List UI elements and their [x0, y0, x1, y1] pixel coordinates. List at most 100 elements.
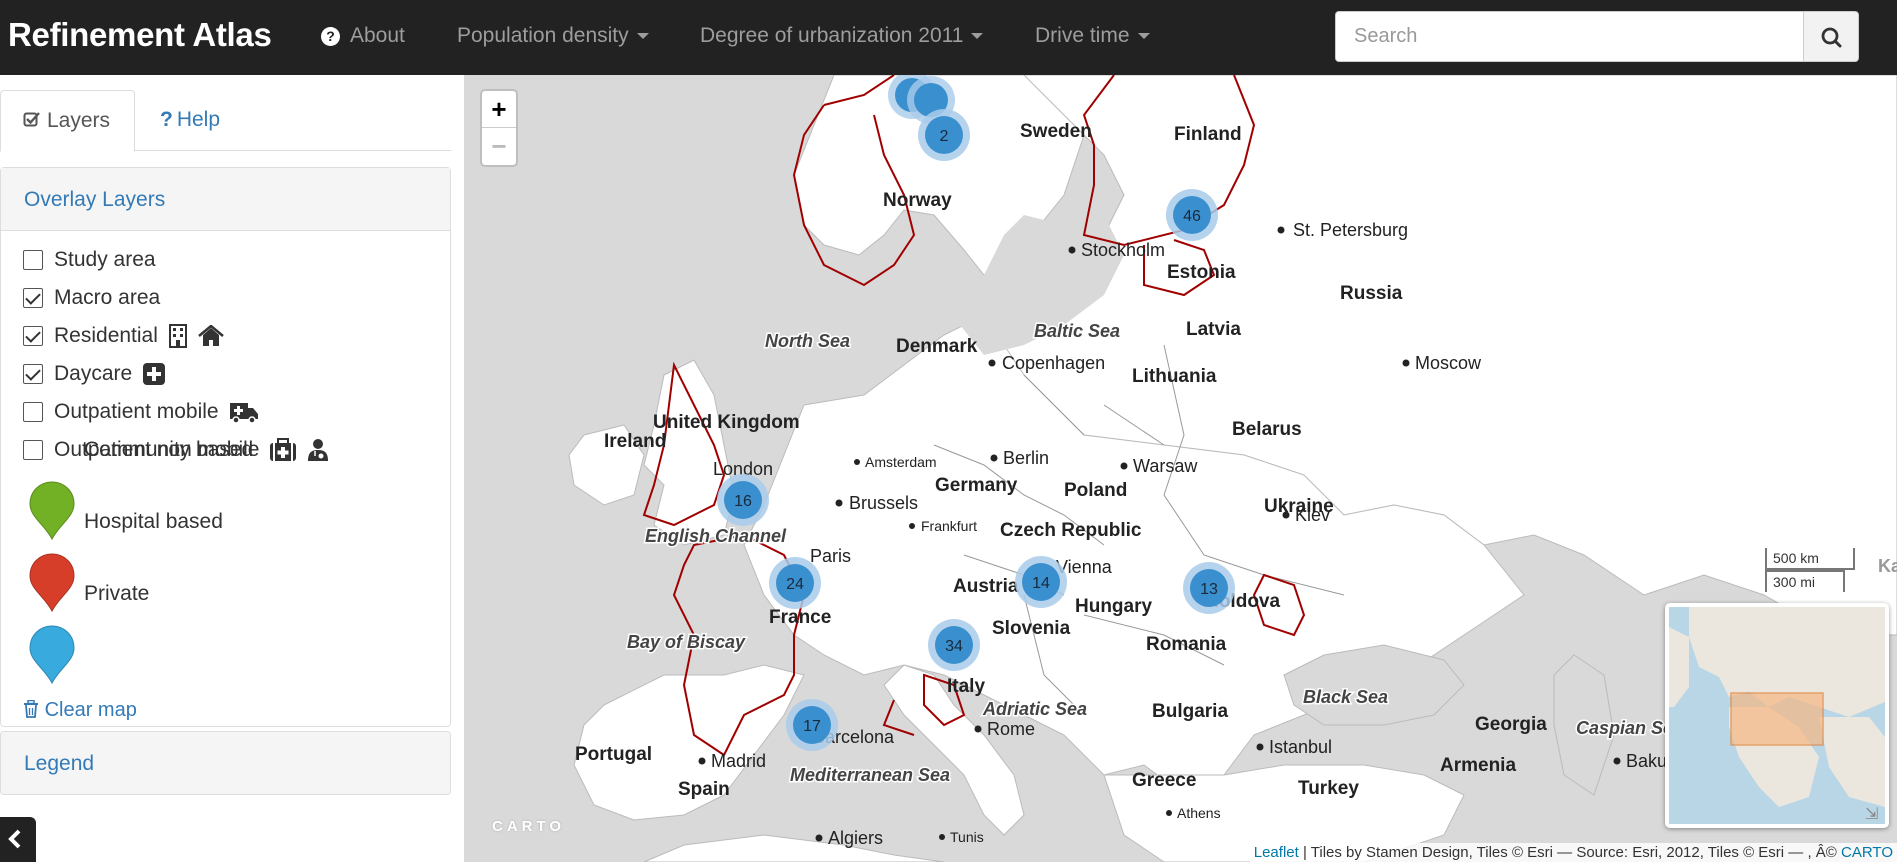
sidebar-tabs: Layers ? Help	[0, 90, 451, 152]
daycare-checkbox[interactable]	[23, 364, 43, 384]
navbar: Refinement Atlas ? About Population densi…	[0, 0, 1897, 75]
cluster-count: 34	[945, 638, 963, 655]
home-icon	[198, 325, 224, 346]
macro-area-checkbox[interactable]	[23, 288, 43, 308]
question-circle-icon: ?	[321, 27, 340, 46]
check-square-icon	[23, 112, 40, 127]
city-label: Kiev	[1295, 505, 1330, 525]
marker-cluster[interactable]: 16	[717, 474, 769, 526]
marker-legend-pins	[29, 481, 75, 685]
sea-label: Adriatic Sea	[982, 699, 1087, 719]
caret-down-icon	[636, 33, 649, 40]
country-label: Poland	[1064, 480, 1127, 501]
marker-cluster[interactable]: 17	[786, 699, 838, 751]
tab-layers[interactable]: Layers	[0, 90, 135, 152]
country-label: Greece	[1132, 770, 1196, 791]
search-input[interactable]	[1335, 11, 1804, 62]
user-md-icon	[308, 439, 329, 461]
country-label: Slovenia	[992, 618, 1071, 639]
sea-label: Bay of Biscay	[627, 632, 746, 652]
city-label: Paris	[810, 546, 851, 566]
layer-label: Macro area	[54, 286, 161, 309]
tab-layers-label: Layers	[47, 109, 111, 132]
cluster-count: 17	[803, 718, 821, 735]
layer-study-area[interactable]: Study area	[23, 247, 156, 273]
tab-help-label: Help	[176, 108, 221, 131]
minimap-viewport	[1730, 692, 1824, 746]
country-label: Italy	[947, 676, 985, 697]
city-label: Istanbul	[1269, 737, 1332, 757]
urbanization-menu[interactable]: Degree of urbanization 2011	[700, 24, 984, 48]
study-area-checkbox[interactable]	[23, 250, 43, 270]
overlay-layers-heading[interactable]: Overlay Layers	[1, 168, 450, 231]
country-label: Austria	[953, 576, 1019, 597]
clear-map-button[interactable]: Clear map	[23, 699, 137, 722]
about-link[interactable]: ? About	[321, 24, 405, 48]
minimap-basemap	[1669, 607, 1885, 824]
country-label: Turkey	[1298, 778, 1359, 799]
drive-time-menu[interactable]: Drive time	[1035, 24, 1150, 48]
attribution-text: | Tiles by Stamen Design, Tiles © Esri —…	[1298, 844, 1842, 861]
city-label: Berlin	[1003, 448, 1049, 468]
city-label: Rome	[987, 719, 1035, 739]
legend-heading[interactable]: Legend	[1, 732, 450, 794]
map-view[interactable]: Sweden Finland Norway Estonia Russia Lat…	[464, 75, 1897, 862]
zoom-out-button[interactable]: −	[482, 128, 516, 165]
marker-cluster[interactable]: 46	[1166, 189, 1218, 241]
search-button[interactable]	[1803, 11, 1859, 62]
layer-residential[interactable]: Residential	[23, 323, 224, 349]
hospital-based-pin-icon	[29, 553, 75, 613]
city-label: Warsaw	[1133, 456, 1198, 476]
country-label: France	[769, 607, 831, 628]
layer-outpatient-mobile[interactable]: Outpatient mobile	[23, 399, 259, 425]
population-density-label: Population density	[457, 24, 629, 47]
minimap-toggle-icon[interactable]: ⇲	[1865, 804, 1883, 823]
drive-time-label: Drive time	[1035, 24, 1130, 47]
collapse-sidebar-button[interactable]	[0, 817, 36, 862]
layer-macro-area[interactable]: Macro area	[23, 285, 160, 311]
trash-icon	[24, 699, 38, 718]
clear-map-label: Clear map	[44, 699, 137, 721]
population-density-menu[interactable]: Population density	[457, 24, 649, 48]
city-label: Stockholm	[1081, 240, 1165, 260]
zoom-in-button[interactable]: +	[482, 91, 516, 128]
land-north-africa	[643, 834, 945, 862]
brand-title[interactable]: Refinement Atlas	[8, 16, 272, 54]
marker-cluster[interactable]: 24	[769, 557, 821, 609]
scale-control: 500 km 300 mi	[1765, 548, 1855, 592]
map-attribution: Leaflet | Tiles by Stamen Design, Tiles …	[1249, 843, 1897, 862]
marker-cluster[interactable]: 2	[918, 109, 970, 161]
country-label: Spain	[678, 779, 730, 800]
private-pin-icon	[29, 625, 75, 685]
sea-label: Black Sea	[1303, 687, 1388, 707]
ambulance-icon	[229, 403, 258, 424]
tab-help[interactable]: ? Help	[138, 90, 242, 152]
country-label: Portugal	[575, 744, 652, 765]
cut-off-label: Kaz	[1878, 556, 1897, 576]
residential-checkbox[interactable]	[23, 326, 43, 346]
carto-logo: CARTO	[492, 818, 566, 835]
layer-daycare[interactable]: Daycare	[23, 361, 166, 387]
cluster-count: 46	[1183, 208, 1201, 225]
cluster-count: 13	[1200, 581, 1218, 598]
scale-km: 500 km	[1765, 548, 1855, 570]
country-label: Hungary	[1075, 596, 1153, 617]
about-label: About	[350, 24, 405, 47]
marker-cluster[interactable]: 34	[928, 619, 980, 671]
outpatient-non-mobile-checkbox[interactable]	[23, 440, 43, 460]
chevron-left-icon	[8, 829, 21, 849]
sea-label: English Channel	[645, 526, 787, 546]
cluster-count: 2	[940, 128, 949, 145]
marker-cluster[interactable]: 13	[1183, 562, 1235, 614]
carto-link[interactable]: CARTO	[1841, 844, 1893, 861]
country-label: Czech Republic	[1000, 520, 1142, 541]
leaflet-link[interactable]: Leaflet	[1254, 844, 1299, 861]
building-icon	[168, 324, 187, 348]
outpatient-mobile-checkbox[interactable]	[23, 402, 43, 422]
country-label: Lithuania	[1132, 366, 1217, 387]
sea-label: Mediterranean Sea	[790, 765, 950, 785]
cluster-count: 14	[1032, 575, 1050, 592]
marker-cluster[interactable]: 14	[1015, 556, 1067, 608]
marker-legend-label: Community based	[84, 438, 254, 461]
minimap[interactable]: ⇲	[1665, 603, 1889, 828]
